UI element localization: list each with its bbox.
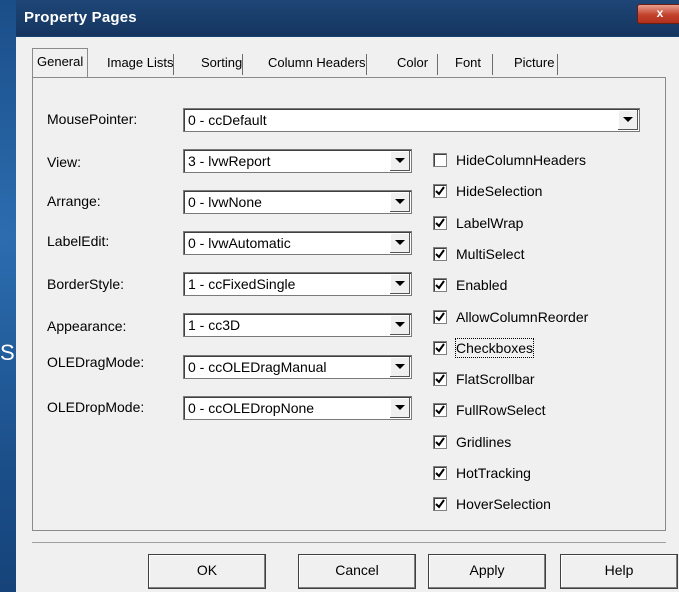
checkbox-label: Checkboxes	[454, 338, 535, 358]
arrange-select[interactable]: 0 - lvwNone	[183, 190, 412, 214]
tab-label: Column Headers	[268, 55, 366, 70]
tab-font[interactable]: Font	[455, 51, 494, 75]
checkmark-icon[interactable]	[433, 403, 447, 417]
checkmark-icon[interactable]	[433, 341, 447, 355]
tab-image-lists[interactable]: Image Lists	[107, 51, 175, 75]
tab-column-headers[interactable]: Column Headers	[268, 51, 367, 75]
tab-general[interactable]: General	[32, 48, 89, 78]
tab-picture[interactable]: Picture	[514, 51, 559, 75]
help-button[interactable]: Help	[560, 554, 678, 589]
appearance-select[interactable]: 1 - cc3D	[183, 313, 412, 337]
checkbox-label: Gridlines	[456, 434, 512, 450]
oledropmode-value: 0 - ccOLEDropNone	[188, 400, 315, 416]
chevron-down-icon[interactable]	[389, 233, 410, 253]
appearance-label: Appearance:	[47, 318, 127, 334]
tab-label: Picture	[514, 55, 555, 70]
tab-label: Color	[397, 55, 429, 70]
oledropmode-label: OLEDropMode:	[47, 399, 145, 415]
ok-button[interactable]: OK	[148, 554, 266, 589]
checkmark-icon[interactable]	[433, 466, 447, 480]
borderstyle-value: 1 - ccFixedSingle	[188, 276, 296, 292]
checkmark-icon[interactable]	[433, 184, 447, 198]
chevron-down-icon[interactable]	[389, 315, 410, 335]
oledragmode-value: 0 - ccOLEDragManual	[188, 359, 327, 375]
checkbox-label: Enabled	[456, 277, 508, 293]
chevron-down-icon[interactable]	[389, 274, 410, 294]
cancel-button[interactable]: Cancel	[298, 554, 416, 589]
button-divider	[32, 542, 666, 543]
tab-label: Font	[455, 55, 482, 70]
checkbox-label: HideSelection	[456, 183, 543, 199]
checkmark-icon[interactable]	[433, 247, 447, 261]
tab-color[interactable]: Color	[397, 51, 439, 75]
checkmark-icon[interactable]	[433, 435, 447, 449]
oledropmode-select[interactable]: 0 - ccOLEDropNone	[183, 396, 412, 420]
chevron-down-icon[interactable]	[389, 398, 410, 418]
tab-sorting[interactable]: Sorting	[201, 51, 244, 75]
window-title: Property Pages	[24, 9, 137, 26]
chevron-down-icon[interactable]	[617, 110, 638, 130]
apply-button[interactable]: Apply	[428, 554, 546, 589]
checkbox-label: LabelWrap	[456, 215, 524, 231]
arrange-label: Arrange:	[47, 193, 101, 209]
view-label: View:	[47, 154, 81, 170]
checkbox-label: HoverSelection	[456, 496, 551, 512]
checkbox-label: AllowColumnReorder	[456, 309, 589, 325]
arrange-value: 0 - lvwNone	[188, 194, 262, 210]
property-pages-window: Property Pages x General Image Lists Sor…	[16, 0, 679, 592]
close-button[interactable]: x	[637, 4, 679, 24]
checkbox-label: HideColumnHeaders	[456, 152, 586, 168]
empty-checkbox-icon[interactable]	[433, 153, 447, 167]
dialog-client-area: General Image Lists Sorting Column Heade…	[16, 37, 679, 592]
tab-label: General	[37, 54, 84, 69]
checkmark-icon[interactable]	[433, 372, 447, 386]
checkmark-icon[interactable]	[433, 278, 447, 292]
chevron-down-icon[interactable]	[389, 192, 410, 212]
general-tab-panel: MousePointer: View: Arrange: LabelEdit: …	[32, 77, 666, 531]
borderstyle-label: BorderStyle:	[47, 276, 125, 292]
desktop-text-fragment: S	[0, 340, 15, 365]
checkbox-label: MultiSelect	[456, 246, 525, 262]
oledragmode-select[interactable]: 0 - ccOLEDragManual	[183, 355, 412, 379]
close-icon: x	[656, 6, 664, 20]
appearance-value: 1 - cc3D	[188, 317, 241, 333]
checkbox-label: FlatScrollbar	[456, 371, 535, 387]
checkmark-icon[interactable]	[433, 310, 447, 324]
mousepointer-label: MousePointer:	[47, 111, 138, 127]
chevron-down-icon[interactable]	[389, 151, 410, 171]
view-value: 3 - lvwReport	[188, 153, 271, 169]
mousepointer-select[interactable]: 0 - ccDefault	[183, 108, 640, 132]
tab-label: Sorting	[201, 55, 243, 70]
chevron-down-icon[interactable]	[389, 357, 410, 377]
mousepointer-value: 0 - ccDefault	[188, 112, 267, 128]
checkmark-icon[interactable]	[433, 216, 447, 230]
checkmark-icon[interactable]	[433, 497, 447, 511]
labeledit-select[interactable]: 0 - lvwAutomatic	[183, 231, 412, 255]
labeledit-value: 0 - lvwAutomatic	[188, 235, 291, 251]
labeledit-label: LabelEdit:	[47, 233, 110, 249]
oledragmode-label: OLEDragMode:	[47, 354, 145, 370]
borderstyle-select[interactable]: 1 - ccFixedSingle	[183, 272, 412, 296]
view-select[interactable]: 3 - lvwReport	[183, 149, 412, 173]
tab-label: Image Lists	[107, 55, 174, 70]
title-bar[interactable]: Property Pages x	[16, 0, 679, 36]
checkbox-label: HotTracking	[456, 465, 531, 481]
checkbox-label: FullRowSelect	[456, 402, 546, 418]
